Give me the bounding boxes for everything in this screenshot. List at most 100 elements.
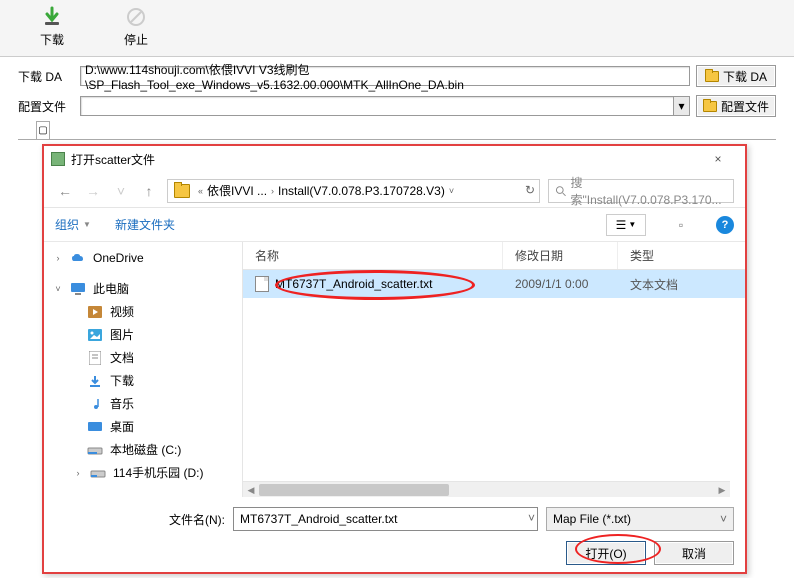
col-date[interactable]: 修改日期	[503, 242, 618, 269]
folder-icon	[174, 184, 190, 198]
sidebar-item-disk-d[interactable]: › 114手机乐园 (D:)	[43, 461, 242, 484]
sidebar-item-downloads[interactable]: 下载	[43, 369, 242, 392]
sidebar-item-disk-c[interactable]: 本地磁盘 (C:)	[43, 438, 242, 461]
sidebar-item-onedrive[interactable]: › OneDrive	[43, 246, 242, 269]
scroll-thumb[interactable]	[259, 484, 449, 496]
dialog-nav: ← → ˅ ↑ « 依偎IVVI ... › Install(V7.0.078.…	[43, 174, 746, 208]
tab-item[interactable]: ▢	[36, 121, 50, 139]
chevron-down-icon[interactable]: ˅	[445, 186, 458, 196]
col-name[interactable]: 名称	[243, 242, 503, 269]
dialog-icon	[51, 152, 65, 166]
document-icon	[87, 351, 103, 365]
scroll-track[interactable]	[259, 482, 714, 497]
cloud-icon	[70, 251, 86, 265]
folder-icon	[705, 71, 719, 82]
main-toolbar: 下载 停止	[0, 0, 794, 57]
config-area: 下载 DA D:\www.114shouji.com\依偎IVVI V3线刷包\…	[0, 57, 794, 154]
close-icon: ×	[714, 152, 721, 166]
file-list-header: 名称 修改日期 类型	[243, 242, 746, 270]
breadcrumb-seg-1[interactable]: Install(V7.0.078.P3.170728.V3)	[278, 184, 445, 198]
da-path-input[interactable]: D:\www.114shouji.com\依偎IVVI V3线刷包\SP_Fla…	[80, 66, 690, 86]
pc-icon	[70, 282, 86, 296]
sidebar-label: 视频	[110, 303, 134, 320]
download-arrow-icon	[40, 5, 64, 29]
breadcrumb-prefix: «	[194, 186, 207, 196]
filter-select[interactable]: Map File (*.txt) ˅	[546, 507, 734, 531]
scroll-right-icon[interactable]: ▶	[714, 482, 730, 497]
file-name-cell: MT6737T_Android_scatter.txt	[243, 276, 503, 292]
collapse-icon[interactable]: ˅	[53, 284, 63, 294]
open-button[interactable]: 打开(O)	[566, 541, 646, 565]
folder-icon	[703, 101, 717, 112]
recent-button[interactable]: ˅	[111, 183, 131, 199]
dialog-body: › OneDrive ˅ 此电脑 视频 图片 文档 下载 音乐 桌面 本地磁盘 …	[43, 242, 746, 497]
sidebar-label: 桌面	[110, 418, 134, 435]
filter-value: Map File (*.txt)	[553, 512, 631, 526]
disk-icon	[87, 443, 103, 457]
sidebar-label: 音乐	[110, 395, 134, 412]
download-label: 下载	[40, 31, 64, 48]
sidebar-item-desktop[interactable]: 桌面	[43, 415, 242, 438]
sidebar-item-pictures[interactable]: 图片	[43, 323, 242, 346]
cfg-row: 配置文件 ▾ 配置文件	[18, 95, 776, 117]
cancel-button[interactable]: 取消	[654, 541, 734, 565]
cfg-browse-button[interactable]: 配置文件	[696, 95, 776, 117]
tab-strip: ▢	[18, 121, 776, 140]
sidebar-item-documents[interactable]: 文档	[43, 346, 242, 369]
expand-icon[interactable]: ›	[73, 468, 83, 478]
hscrollbar[interactable]: ◀ ▶	[243, 481, 730, 497]
up-button[interactable]: ↑	[139, 183, 159, 199]
filename-value: MT6737T_Android_scatter.txt	[240, 512, 397, 526]
new-folder-button[interactable]: 新建文件夹	[115, 216, 175, 233]
da-browse-button[interactable]: 下载 DA	[696, 65, 776, 87]
file-type-cell: 文本文档	[618, 276, 746, 293]
download-icon	[87, 374, 103, 388]
dropdown-icon[interactable]: ▾	[673, 97, 689, 115]
video-icon	[87, 305, 103, 319]
text-file-icon	[255, 276, 269, 292]
chevron-right-icon: ›	[267, 186, 278, 196]
music-icon	[87, 397, 103, 411]
sidebar-item-music[interactable]: 音乐	[43, 392, 242, 415]
chevron-down-icon: ˅	[720, 512, 727, 526]
sidebar-label: 文档	[110, 349, 134, 366]
da-row: 下载 DA D:\www.114shouji.com\依偎IVVI V3线刷包\…	[18, 65, 776, 87]
refresh-button[interactable]: ↻	[525, 183, 535, 197]
sidebar-item-thispc[interactable]: ˅ 此电脑	[43, 277, 242, 300]
stop-label: 停止	[124, 31, 148, 48]
cfg-path-input[interactable]: ▾	[80, 96, 690, 116]
help-button[interactable]: ?	[716, 216, 734, 234]
breadcrumb-seg-0[interactable]: 依偎IVVI ...	[207, 182, 267, 199]
sidebar-label: OneDrive	[93, 251, 144, 265]
sidebar-item-videos[interactable]: 视频	[43, 300, 242, 323]
dialog-title: 打开scatter文件	[71, 151, 698, 168]
expand-icon[interactable]: ›	[53, 253, 63, 263]
stop-button[interactable]: 停止	[124, 5, 148, 48]
dialog-titlebar: 打开scatter文件 ×	[43, 144, 746, 174]
organize-menu[interactable]: 组织▼	[55, 216, 91, 233]
close-button[interactable]: ×	[698, 146, 738, 172]
file-row[interactable]: MT6737T_Android_scatter.txt 2009/1/1 0:0…	[243, 270, 746, 298]
download-button[interactable]: 下载	[40, 5, 64, 48]
sidebar-label: 此电脑	[93, 280, 129, 297]
chevron-down-icon[interactable]: ˅	[528, 511, 535, 525]
cfg-btn-label: 配置文件	[721, 98, 769, 115]
col-type[interactable]: 类型	[618, 242, 746, 269]
sidebar: › OneDrive ˅ 此电脑 视频 图片 文档 下载 音乐 桌面 本地磁盘 …	[43, 242, 243, 497]
preview-pane-button[interactable]: ▫	[670, 218, 692, 232]
sidebar-label: 图片	[110, 326, 134, 343]
cfg-label: 配置文件	[18, 98, 74, 115]
dialog-footer: 文件名(N): MT6737T_Android_scatter.txt ˅ Ma…	[43, 497, 746, 575]
scroll-left-icon[interactable]: ◀	[243, 482, 259, 497]
view-mode-button[interactable]: ☰▼	[606, 214, 646, 236]
sidebar-label: 114手机乐园 (D:)	[113, 464, 203, 481]
desktop-icon	[87, 420, 103, 434]
da-path-value: D:\www.114shouji.com\依偎IVVI V3线刷包\SP_Fla…	[85, 61, 685, 92]
search-placeholder: 搜索"Install(V7.0.078.P3.170...	[571, 174, 727, 208]
back-button[interactable]: ←	[55, 183, 75, 199]
breadcrumb[interactable]: « 依偎IVVI ... › Install(V7.0.078.P3.17072…	[167, 179, 540, 203]
file-list: 名称 修改日期 类型 MT6737T_Android_scatter.txt 2…	[243, 242, 746, 497]
forward-button[interactable]: →	[83, 183, 103, 199]
filename-input[interactable]: MT6737T_Android_scatter.txt ˅	[233, 507, 538, 531]
search-input[interactable]: 搜索"Install(V7.0.078.P3.170...	[548, 179, 734, 203]
